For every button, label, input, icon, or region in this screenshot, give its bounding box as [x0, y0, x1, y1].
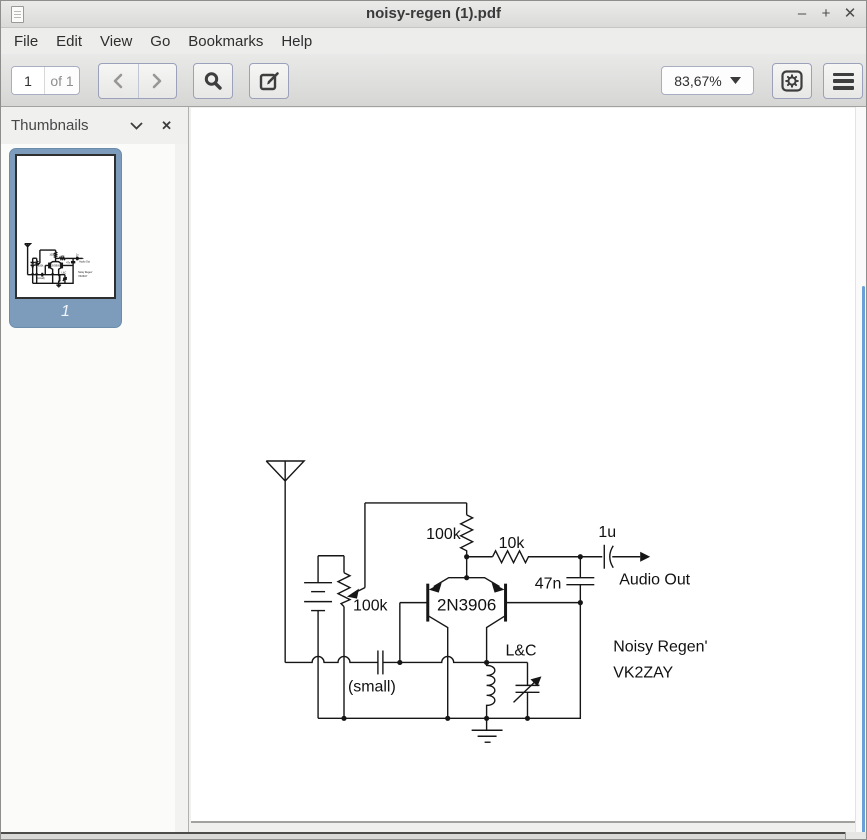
- menu-bar: File Edit View Go Bookmarks Help: [1, 28, 866, 54]
- toolbar: of 1 83,67%: [1, 54, 866, 107]
- pdf-page: [191, 108, 857, 823]
- settings-button[interactable]: [772, 63, 812, 99]
- next-page-icon: [152, 73, 162, 89]
- annotate-icon: [259, 71, 279, 90]
- page-total-label: of 1: [44, 67, 79, 94]
- annotate-button[interactable]: [249, 63, 289, 99]
- page-nav-group: [98, 63, 177, 99]
- title-bar: noisy-regen (1).pdf – + ✕: [1, 1, 866, 28]
- sidebar-header: Thumbnails ✕: [1, 107, 188, 144]
- page-thumbnail[interactable]: 1: [9, 148, 122, 328]
- chevron-down-icon: [729, 77, 741, 84]
- menu-view[interactable]: View: [91, 30, 141, 53]
- minimize-button[interactable]: –: [794, 4, 810, 24]
- window-bottom-edge: [1, 832, 866, 839]
- thumbnail-page-number: 1: [61, 303, 70, 320]
- sidebar-scroll-gutter: [175, 144, 188, 832]
- prev-page-icon: [113, 73, 123, 89]
- pdf-viewer-window: noisy-regen (1).pdf – + ✕ File Edit View…: [0, 0, 867, 840]
- resize-grip[interactable]: [845, 832, 866, 839]
- page-number-input[interactable]: [12, 67, 44, 94]
- pdf-page-content: [264, 459, 710, 744]
- scrollbar-thumb[interactable]: [862, 286, 865, 834]
- page-number-box: of 1: [11, 66, 80, 95]
- sidebar-view-chevron-down-icon[interactable]: [130, 121, 143, 130]
- menu-help[interactable]: Help: [272, 30, 321, 53]
- zoom-level-value: 83,67%: [674, 72, 722, 89]
- menu-bookmarks[interactable]: Bookmarks: [179, 30, 272, 53]
- previous-page-button[interactable]: [99, 64, 138, 98]
- menu-file[interactable]: File: [5, 30, 47, 53]
- search-icon: [204, 72, 222, 90]
- window-title: noisy-regen (1).pdf: [365, 5, 501, 22]
- sidebar-title: Thumbnails: [11, 117, 89, 134]
- zoom-level-dropdown[interactable]: 83,67%: [661, 66, 754, 95]
- page-thumbnail-preview: [15, 154, 116, 299]
- sidebar-close-icon[interactable]: ✕: [161, 118, 172, 134]
- menu-go[interactable]: Go: [141, 30, 179, 53]
- menu-edit[interactable]: Edit: [47, 30, 91, 53]
- thumbnails-sidebar: Thumbnails ✕ 1: [1, 107, 189, 832]
- search-button[interactable]: [193, 63, 233, 99]
- hamburger-menu-icon: [832, 72, 854, 90]
- main-menu-button[interactable]: [823, 63, 863, 99]
- next-page-button[interactable]: [137, 64, 177, 98]
- vertical-scrollbar[interactable]: [855, 107, 866, 834]
- close-button[interactable]: ✕: [842, 4, 858, 24]
- thumbnail-schematic: [24, 243, 94, 288]
- document-area: [190, 107, 866, 834]
- maximize-button[interactable]: +: [818, 4, 834, 24]
- gear-icon: [781, 70, 803, 92]
